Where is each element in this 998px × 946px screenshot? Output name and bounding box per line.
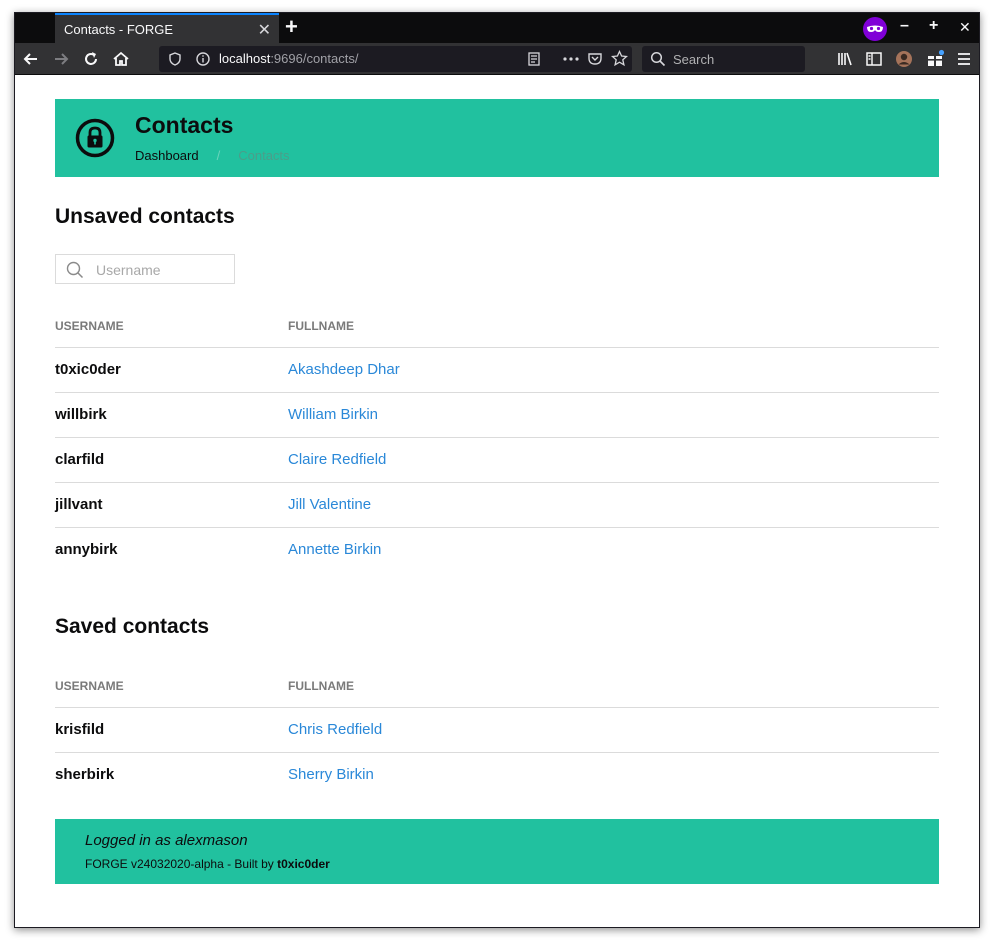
breadcrumb-current: Contacts (238, 148, 290, 163)
search-placeholder: Search (673, 52, 715, 67)
contact-fullname-link[interactable]: Sherry Birkin (288, 766, 374, 783)
contact-fullname-link[interactable]: Akashdeep Dhar (288, 361, 400, 378)
tab-contacts[interactable]: Contacts - FORGE ✕ (55, 13, 279, 43)
new-tab-button[interactable]: + (285, 14, 298, 40)
logged-in-status: Logged in as alexmason (85, 832, 248, 849)
navigation-bar: localhost:9696/contacts/ Search (15, 43, 979, 75)
table-row: willbirk William Birkin (55, 392, 939, 438)
tracking-shield-icon[interactable] (167, 51, 183, 67)
page-header: Contacts Dashboard / Contacts (55, 99, 939, 177)
breadcrumb: Dashboard / Contacts (135, 148, 290, 163)
private-browsing-mask-icon (863, 17, 887, 41)
contact-fullname-link[interactable]: Annette Birkin (288, 541, 381, 558)
table-row: sherbirk Sherry Birkin (55, 752, 939, 797)
table-header-row: USERNAME FULLNAME (55, 665, 939, 708)
contact-username: sherbirk (55, 766, 115, 784)
breadcrumb-dashboard[interactable]: Dashboard (135, 148, 199, 163)
site-info-icon[interactable] (195, 51, 211, 67)
pocket-icon[interactable] (587, 51, 603, 67)
contact-fullname-link[interactable]: William Birkin (288, 406, 378, 423)
more-actions-icon[interactable] (562, 51, 580, 67)
reload-icon[interactable] (81, 49, 101, 69)
tab-title: Contacts - FORGE (64, 22, 174, 37)
back-arrow-icon[interactable] (21, 49, 41, 69)
breadcrumb-separator: / (216, 148, 221, 163)
page-title: Contacts (135, 112, 234, 138)
contact-username: t0xic0der (55, 347, 288, 393)
column-header-fullname: FULLNAME (288, 665, 939, 708)
home-icon[interactable] (111, 49, 131, 69)
column-header-fullname: FULLNAME (288, 305, 939, 348)
contact-fullname-link[interactable]: Chris Redfield (288, 721, 382, 738)
unsaved-contacts-table: USERNAME FULLNAME t0xic0der Akashdeep Dh… (55, 305, 939, 572)
browser-window: Contacts - FORGE ✕ + – + ✕ localhost:969… (14, 12, 980, 928)
author-name: t0xic0der (277, 857, 330, 871)
account-avatar-icon[interactable] (894, 49, 914, 69)
contact-fullname-link[interactable]: Jill Valentine (288, 496, 371, 513)
reader-view-icon[interactable] (526, 51, 542, 67)
tab-close-icon[interactable]: ✕ (258, 20, 271, 40)
version-text: FORGE v24032020-alpha - Built by (85, 857, 278, 871)
saved-contacts-heading: Saved contacts (55, 615, 210, 638)
table-row: krisfild Chris Redfield (55, 707, 939, 753)
sidebar-icon[interactable] (864, 49, 884, 69)
url-text[interactable]: localhost:9696/contacts/ (219, 51, 358, 66)
table-row: jillvant Jill Valentine (55, 482, 939, 528)
contact-username: willbirk (55, 392, 288, 438)
contact-fullname-link[interactable]: Claire Redfield (288, 451, 386, 468)
address-bar[interactable]: localhost:9696/contacts/ (159, 46, 632, 72)
table-header-row: USERNAME FULLNAME (55, 305, 939, 348)
search-bar[interactable]: Search (642, 46, 805, 72)
maximize-button[interactable]: + (929, 17, 938, 35)
library-icon[interactable] (835, 49, 855, 69)
username-search-input[interactable] (96, 261, 226, 279)
forward-arrow-icon[interactable] (51, 49, 71, 69)
search-icon (650, 51, 666, 67)
url-host: localhost (219, 51, 271, 66)
lock-icon (75, 118, 115, 158)
extensions-gift-icon[interactable] (925, 49, 945, 69)
version-info: FORGE v24032020-alpha - Built by t0xic0d… (85, 857, 330, 871)
unsaved-contacts-heading: Unsaved contacts (55, 205, 235, 228)
contact-username: krisfild (55, 707, 288, 753)
search-icon (66, 261, 84, 279)
minimize-button[interactable]: – (900, 17, 909, 35)
bookmark-star-icon[interactable] (611, 50, 628, 67)
table-row: clarfild Claire Redfield (55, 437, 939, 483)
column-header-username: USERNAME (55, 665, 288, 708)
close-window-button[interactable]: ✕ (959, 19, 971, 36)
tab-bar: Contacts - FORGE ✕ + – + ✕ (15, 13, 979, 43)
username-filter-box[interactable] (55, 254, 235, 284)
url-path: :9696/contacts/ (270, 51, 359, 66)
contact-username: jillvant (55, 482, 288, 528)
hamburger-menu-icon[interactable] (954, 49, 974, 69)
table-row: annybirk Annette Birkin (55, 527, 939, 572)
column-header-username: USERNAME (55, 305, 288, 348)
saved-contacts-table: USERNAME FULLNAME krisfild Chris Redfiel… (55, 665, 939, 797)
table-row: t0xic0der Akashdeep Dhar (55, 347, 939, 393)
contact-username: clarfild (55, 437, 288, 483)
page-footer: Logged in as alexmason FORGE v24032020-a… (55, 819, 939, 884)
contact-username: annybirk (55, 541, 118, 559)
page-content: Contacts Dashboard / Contacts Unsaved cont… (15, 75, 979, 927)
